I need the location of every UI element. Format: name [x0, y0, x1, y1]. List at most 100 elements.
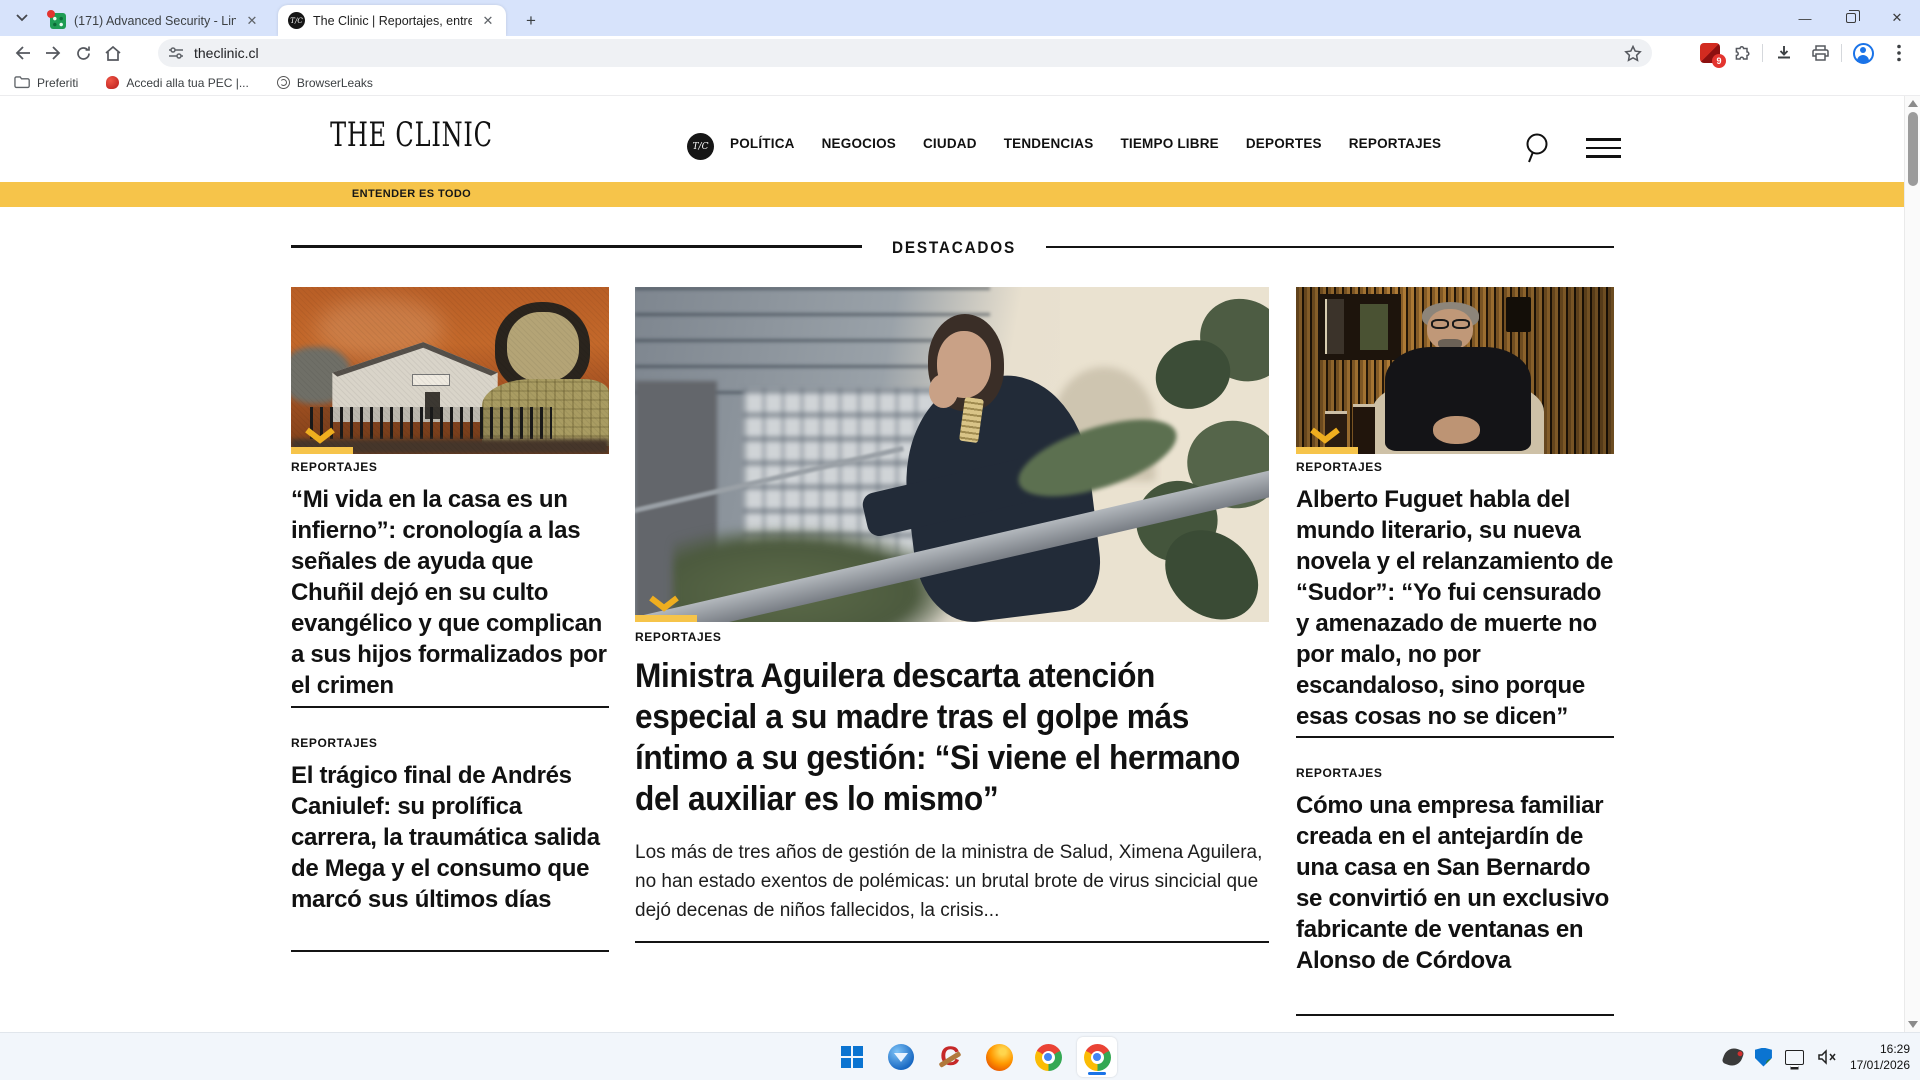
tab-close-icon[interactable]: ✕ — [480, 13, 496, 29]
chevron-down-icon — [16, 14, 28, 22]
forward-icon — [44, 45, 62, 61]
article-image-chunil[interactable] — [291, 287, 609, 454]
tab-advanced-security[interactable]: (171) Advanced Security - Linux ✕ — [40, 5, 270, 36]
article-kicker[interactable]: REPORTAJES — [1296, 766, 1382, 780]
article-kicker[interactable]: REPORTAJES — [1296, 460, 1382, 474]
nav-ciudad[interactable]: CIUDAD — [923, 136, 977, 151]
site-nav: POLÍTICA NEGOCIOS CIUDAD TENDENCIAS TIEM… — [730, 136, 1441, 151]
scroll-down-icon[interactable] — [1908, 1021, 1918, 1028]
address-bar[interactable]: theclinic.cl — [158, 39, 1652, 67]
reload-icon — [75, 45, 92, 62]
yellow-bar — [291, 447, 353, 454]
chevron-down-icon — [303, 427, 337, 445]
volume-muted-icon[interactable] — [1817, 1049, 1837, 1065]
site-settings-icon — [168, 46, 184, 60]
print-button[interactable] — [1805, 38, 1835, 68]
scrollbar-thumb[interactable] — [1908, 112, 1918, 186]
page-scrollbar[interactable] — [1904, 96, 1920, 1032]
adblock-extension-icon[interactable]: 9 — [1700, 43, 1720, 63]
bookmark-star-icon[interactable] — [1624, 45, 1642, 62]
minimize-button[interactable]: — — [1782, 0, 1828, 36]
site-search-button[interactable] — [1522, 131, 1552, 165]
tab-title: (171) Advanced Security - Linux — [74, 14, 236, 28]
extensions-button[interactable] — [1726, 38, 1756, 68]
article-image-fuguet[interactable] — [1296, 287, 1614, 454]
site-logo[interactable]: THE CLINIC — [322, 116, 502, 155]
reload-button[interactable] — [68, 38, 98, 68]
firefox-button[interactable] — [979, 1037, 1019, 1077]
article-excerpt[interactable]: Los más de tres años de gestión de la mi… — [635, 838, 1269, 925]
bookmark-browserleaks[interactable]: BrowserLeaks — [277, 76, 373, 90]
close-button[interactable]: ✕ — [1874, 0, 1920, 36]
ccleaner-icon: C — [936, 1043, 964, 1071]
section-title: DESTACADOS — [871, 238, 1037, 258]
browser-toolbar: theclinic.cl 9 — [0, 36, 1920, 70]
folder-icon — [14, 76, 30, 89]
browser-menu-button[interactable] — [1884, 38, 1914, 68]
article-kicker[interactable]: REPORTAJES — [635, 630, 721, 644]
article-title-chunil[interactable]: “Mi vida en la casa es un infierno”: cro… — [291, 484, 611, 701]
tab-close-icon[interactable]: ✕ — [244, 13, 260, 29]
site-tagline: ENTENDER ES TODO — [299, 188, 524, 200]
nav-reportajes[interactable]: REPORTAJES — [1349, 136, 1442, 151]
bookmark-pec[interactable]: Accedi alla tua PEC |... — [106, 76, 249, 90]
download-icon — [1775, 44, 1793, 62]
chevron-down-icon — [647, 595, 681, 613]
new-tab-button[interactable]: + — [518, 8, 544, 34]
divider — [291, 950, 609, 952]
divider — [1841, 44, 1842, 62]
article-image-aguilera[interactable] — [635, 287, 1269, 622]
forward-button[interactable] — [38, 38, 68, 68]
desktop: { "browser": { "tabs": [ { "title": "(17… — [0, 0, 1920, 1080]
url-text[interactable]: theclinic.cl — [194, 45, 1624, 61]
fingerprint-icon — [277, 76, 290, 89]
pec-icon — [106, 76, 119, 89]
profile-button[interactable] — [1848, 38, 1878, 68]
profile-icon — [1853, 43, 1874, 64]
back-button[interactable] — [8, 38, 38, 68]
home-icon — [104, 45, 122, 62]
article-kicker[interactable]: REPORTAJES — [291, 460, 377, 474]
site-logo-badge[interactable]: T/C — [687, 133, 714, 160]
article-title-ventanas[interactable]: Cómo una empresa familiar creada en el a… — [1296, 790, 1616, 976]
bookmark-label: Preferiti — [37, 76, 78, 90]
nav-tendencias[interactable]: TENDENCIAS — [1004, 136, 1094, 151]
chrome-active-button[interactable] — [1077, 1037, 1117, 1077]
tray-app-icon[interactable] — [1721, 1045, 1744, 1068]
ccleaner-button[interactable]: C — [930, 1037, 970, 1077]
printer-icon — [1811, 44, 1830, 62]
restore-button[interactable] — [1828, 0, 1874, 36]
article-title-fuguet[interactable]: Alberto Fuguet habla del mundo literario… — [1296, 484, 1616, 732]
extension-badge: 9 — [1712, 54, 1726, 68]
thunderbird-button[interactable] — [881, 1037, 921, 1077]
site-menu-button[interactable] — [1586, 138, 1621, 158]
yellow-bar — [635, 615, 697, 622]
tab-favicon — [50, 13, 66, 29]
nav-politica[interactable]: POLÍTICA — [730, 136, 795, 151]
chrome-icon — [1084, 1044, 1111, 1071]
scroll-up-icon[interactable] — [1908, 100, 1918, 107]
taskbar-clock[interactable]: 16:29 17/01/2026 — [1850, 1041, 1910, 1073]
bookmark-preferiti[interactable]: Preferiti — [14, 76, 78, 90]
article-kicker[interactable]: REPORTAJES — [291, 736, 377, 750]
chevron-down-icon — [1308, 427, 1342, 445]
tab-title: The Clinic | Reportajes, entrevist — [313, 14, 472, 28]
yellow-bar — [1296, 447, 1358, 454]
network-icon[interactable] — [1785, 1050, 1804, 1065]
tab-search-button[interactable] — [8, 6, 36, 30]
nav-tiempo-libre[interactable]: TIEMPO LIBRE — [1120, 136, 1218, 151]
downloads-button[interactable] — [1769, 38, 1799, 68]
nav-negocios[interactable]: NEGOCIOS — [822, 136, 896, 151]
article-title-caniulef[interactable]: El trágico final de Andrés Caniulef: su … — [291, 760, 611, 915]
windows-icon — [841, 1046, 863, 1068]
clock-time: 16:29 — [1850, 1041, 1910, 1057]
bookmarks-bar: Preferiti Accedi alla tua PEC |... Brows… — [0, 70, 1920, 96]
start-button[interactable] — [832, 1037, 872, 1077]
windows-security-icon[interactable] — [1755, 1048, 1772, 1067]
home-button[interactable] — [98, 38, 128, 68]
chrome-button[interactable] — [1028, 1037, 1068, 1077]
nav-deportes[interactable]: DEPORTES — [1246, 136, 1322, 151]
tab-the-clinic[interactable]: T/C The Clinic | Reportajes, entrevist ✕ — [278, 5, 506, 36]
article-title-aguilera[interactable]: Ministra Aguilera descarta atención espe… — [635, 656, 1269, 820]
divider — [635, 941, 1269, 943]
